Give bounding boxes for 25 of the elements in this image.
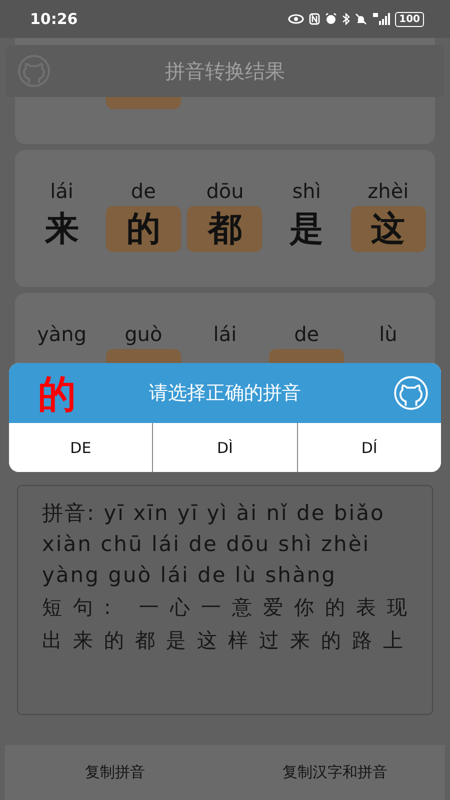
- copy-button[interactable]: 复制拼音: [5, 745, 225, 800]
- dialog-title: 请选择正确的拼音: [149, 381, 301, 406]
- pinyin-option[interactable]: DE: [9, 423, 154, 472]
- hanzi-tile[interactable]: 这: [350, 206, 426, 252]
- pinyin-label: lù: [379, 323, 398, 345]
- selected-character: 的: [38, 371, 76, 418]
- pinyin-label: lái: [50, 180, 74, 202]
- pinyin-label: dōu: [206, 180, 244, 202]
- hanzi-tile[interactable]: 的: [106, 206, 181, 252]
- pinyin-label: lái: [213, 323, 237, 345]
- app-title: 拼音转换结果: [165, 58, 285, 84]
- pinyin-text: 拼音: yī xīn yī yì ài nǐ de biǎo xiàn chū lái de dōu shì zhèi yàng guò lái de lù shàng: [42, 500, 386, 589]
- pinyin-label: shì: [292, 180, 321, 202]
- pinyin-label: de: [130, 180, 156, 202]
- pinyin-label: guò: [124, 323, 162, 345]
- pinyin-label: de: [294, 323, 320, 345]
- copy-button[interactable]: 复制汉字和拼音: [225, 745, 445, 800]
- hanzi-tile[interactable]: 是: [269, 206, 344, 252]
- hanzi-tile[interactable]: 来: [24, 206, 100, 252]
- sentence-text: 短句: 一心一意爱你的表现出来的都是这样过来的路上: [42, 594, 420, 654]
- pinyin-label: yàng: [37, 323, 87, 345]
- status-time: 10:26: [30, 10, 78, 28]
- battery-icon: 100: [395, 12, 424, 26]
- pinyin-label: zhèi: [368, 180, 409, 202]
- hanzi-tile[interactable]: 都: [187, 206, 262, 252]
